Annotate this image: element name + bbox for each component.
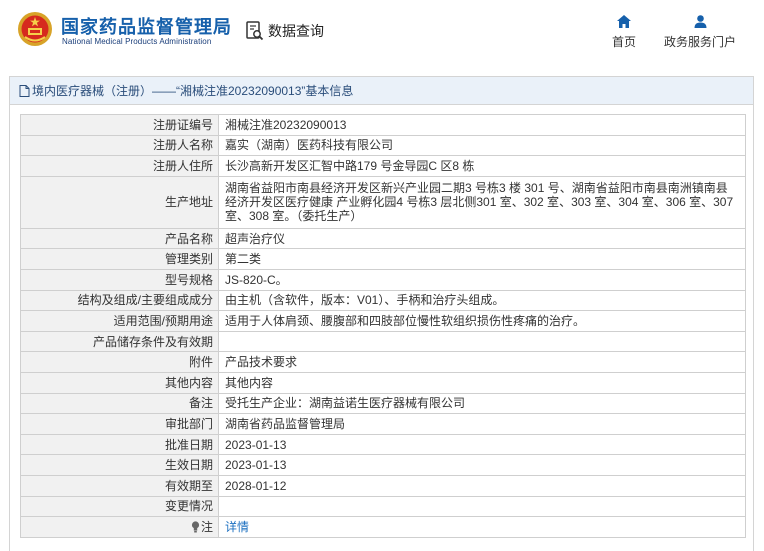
table-row: 附件 产品技术要求	[20, 351, 746, 373]
registration-info-table: 注册证编号 湘械注准20232090013 注册人名称 嘉实（湖南）医药科技有限…	[20, 114, 746, 538]
nav-home[interactable]: 首页	[609, 15, 639, 50]
table-row: 变更情况	[20, 495, 746, 518]
data-query-link[interactable]: 数据查询	[246, 19, 324, 43]
row-value: 2028-01-12	[218, 474, 746, 497]
row-value: 长沙高新开发区汇智中路179 号金导园C 区8 栋	[218, 155, 746, 177]
site-header: 国家药品监督管理局 National Medical Products Admi…	[0, 0, 764, 66]
table-row: 注册人住所 长沙高新开发区汇智中路179 号金导园C 区8 栋	[20, 155, 746, 177]
data-query-label: 数据查询	[268, 23, 324, 39]
row-label: 批准日期	[20, 433, 219, 456]
row-value: 由主机（含软件，版本：V01）、手柄和治疗头组成。	[218, 289, 746, 312]
row-label: 生效日期	[20, 454, 219, 476]
row-value: JS-820-C。	[218, 268, 746, 291]
row-label: 产品储存条件及有效期	[20, 330, 219, 353]
document-search-icon	[246, 21, 264, 41]
row-value: 2023-01-13	[218, 433, 746, 456]
panel-title: 境内医疗器械（注册）——“湘械注准20232090013”基本信息	[10, 77, 753, 105]
table-row: 管理类别 第二类	[20, 248, 746, 270]
row-label: 变更情况	[20, 495, 219, 518]
row-label: 审批部门	[20, 413, 219, 435]
table-row: 注册人名称 嘉实（湖南）医药科技有限公司	[20, 134, 746, 157]
detail-panel: 境内医疗器械（注册）——“湘械注准20232090013”基本信息 注册证编号 …	[9, 76, 754, 551]
row-value: 详情	[218, 516, 746, 538]
row-value	[218, 330, 746, 353]
row-value: 适用于人体肩颈、腰腹部和四肢部位慢性软组织损伤性疼痛的治疗。	[218, 310, 746, 332]
note-row-label: 注	[20, 516, 219, 538]
panel-title-text: 境内医疗器械（注册）——“湘械注准20232090013”基本信息	[32, 84, 354, 98]
row-label: 注册证编号	[20, 114, 219, 136]
table-row: 注 详情	[20, 516, 746, 538]
table-row: 批准日期 2023-01-13	[20, 433, 746, 456]
row-label: 附件	[20, 351, 219, 373]
nav-service-portal-label: 政务服务门户	[663, 35, 736, 49]
row-value: 湖南省益阳市南县经济开发区新兴产业园二期3 号栋3 楼 301 号、湖南省益阳市…	[218, 175, 746, 229]
row-value: 湖南省药品监督管理局	[218, 413, 746, 435]
national-emblem-icon[interactable]	[17, 11, 53, 47]
table-row: 结构及组成/主要组成成分 由主机（含软件，版本：V01）、手柄和治疗头组成。	[20, 289, 746, 312]
table-row: 生效日期 2023-01-13	[20, 454, 746, 476]
row-label: 管理类别	[20, 248, 219, 270]
table-row: 生产地址 湖南省益阳市南县经济开发区新兴产业园二期3 号栋3 楼 301 号、湖…	[20, 175, 746, 229]
details-link[interactable]: 详情	[225, 520, 249, 534]
table-row: 型号规格 JS-820-C。	[20, 268, 746, 291]
table-row: 其他内容 其他内容	[20, 371, 746, 394]
row-label: 产品名称	[20, 227, 219, 250]
row-value: 超声治疗仪	[218, 227, 746, 250]
row-label: 适用范围/预期用途	[20, 310, 219, 332]
row-label: 其他内容	[20, 371, 219, 394]
table-row: 适用范围/预期用途 适用于人体肩颈、腰腹部和四肢部位慢性软组织损伤性疼痛的治疗。	[20, 310, 746, 332]
row-label: 结构及组成/主要组成成分	[20, 289, 219, 312]
row-label: 生产地址	[20, 175, 219, 229]
row-value: 嘉实（湖南）医药科技有限公司	[218, 134, 746, 157]
row-value: 产品技术要求	[218, 351, 746, 373]
row-label: 型号规格	[20, 268, 219, 291]
table-row: 有效期至 2028-01-12	[20, 474, 746, 497]
site-title-english[interactable]: National Medical Products Administration	[62, 37, 211, 46]
row-value: 湘械注准20232090013	[218, 114, 746, 136]
row-value: 其他内容	[218, 371, 746, 394]
table-row: 注册证编号 湘械注准20232090013	[20, 114, 746, 136]
table-row: 审批部门 湖南省药品监督管理局	[20, 413, 746, 435]
row-value: 2023-01-13	[218, 454, 746, 476]
row-value	[218, 495, 746, 518]
table-row: 产品储存条件及有效期	[20, 330, 746, 353]
nav-home-label: 首页	[611, 35, 636, 49]
note-label-text: 注	[200, 519, 213, 534]
home-icon	[617, 15, 631, 28]
lightbulb-icon	[191, 521, 200, 533]
site-title[interactable]: 国家药品监督管理局	[61, 13, 232, 39]
row-label: 注册人名称	[20, 134, 219, 157]
document-icon	[19, 84, 30, 97]
row-value: 第二类	[218, 248, 746, 270]
nav-service-portal[interactable]: 政务服务门户	[660, 15, 740, 50]
row-label: 备注	[20, 392, 219, 415]
row-label: 有效期至	[20, 474, 219, 497]
row-value: 受托生产企业：湖南益诺生医疗器械有限公司	[218, 392, 746, 415]
user-icon	[694, 15, 706, 28]
row-label: 注册人住所	[20, 155, 219, 177]
table-row: 产品名称 超声治疗仪	[20, 227, 746, 250]
table-row: 备注 受托生产企业：湖南益诺生医疗器械有限公司	[20, 392, 746, 415]
